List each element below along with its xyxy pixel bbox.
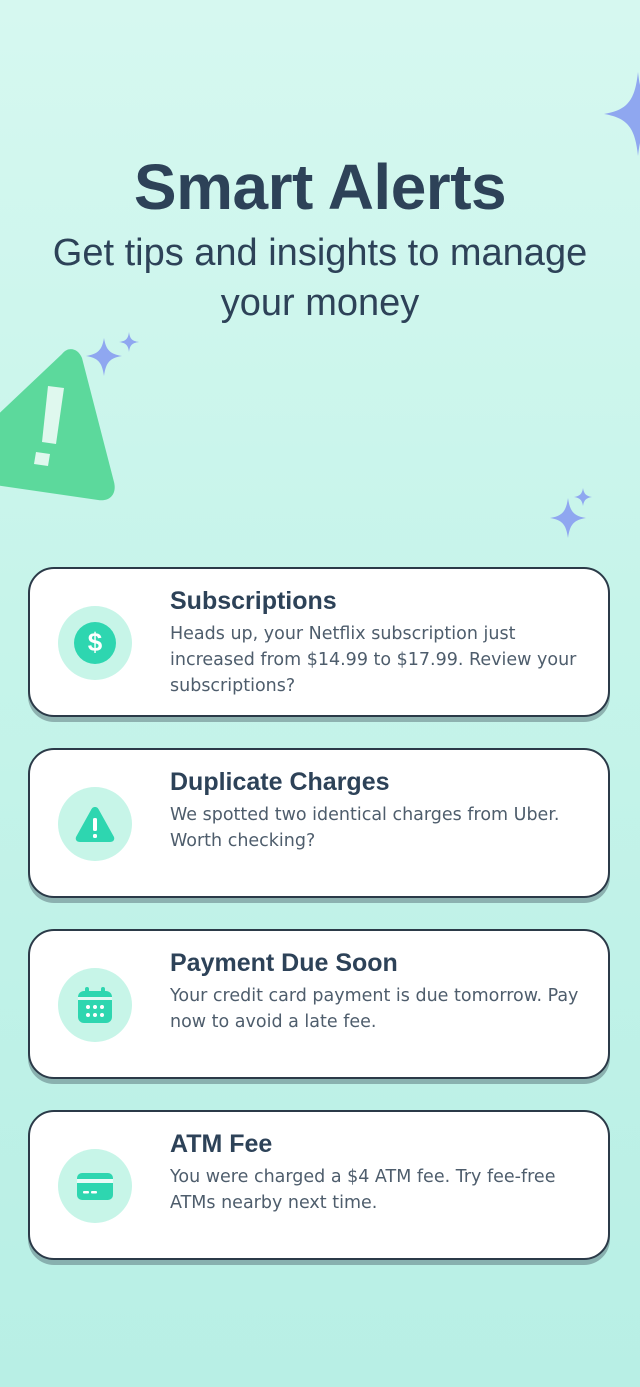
- sparkle-icon: [604, 72, 640, 156]
- alert-card-duplicate-charges[interactable]: Duplicate Charges We spotted two identic…: [28, 748, 610, 898]
- credit-card-icon: [77, 1173, 113, 1200]
- alert-title: ATM Fee: [170, 1130, 273, 1158]
- page-title: Smart Alerts: [133, 151, 507, 223]
- alert-title: Subscriptions: [170, 587, 337, 615]
- alert-body: You were charged a $4 ATM fee. Try fee-f…: [170, 1167, 556, 1213]
- alert-body: We spotted two identical charges from Ub…: [170, 805, 560, 851]
- dollar-icon-badge: $: [58, 606, 132, 680]
- page-subtitle: Get tips and insights to manage your mon…: [52, 232, 588, 324]
- sparkle-icon: [550, 488, 592, 538]
- svg-text:$: $: [88, 627, 103, 657]
- alert-body: Your credit card payment is due tomorrow…: [170, 986, 579, 1032]
- alert-card-atm-fee[interactable]: ATM Fee You were charged a $4 ATM fee. T…: [28, 1110, 610, 1260]
- warning-icon-badge: [58, 787, 132, 861]
- credit-card-icon-badge: [58, 1149, 132, 1223]
- dollar-icon: $: [74, 622, 116, 664]
- alert-body: Heads up, your Netflix subscription just…: [170, 624, 577, 696]
- calendar-icon: [78, 987, 112, 1023]
- warning-icon: [75, 807, 115, 842]
- calendar-icon-badge: [58, 968, 132, 1042]
- warning-triangle-icon: [0, 349, 115, 501]
- alert-card-subscriptions[interactable]: $ Subscriptions Heads up, your Netflix s…: [28, 567, 610, 717]
- alert-title: Payment Due Soon: [170, 949, 398, 977]
- alert-title: Duplicate Charges: [170, 768, 390, 796]
- alert-card-payment-due[interactable]: Payment Due Soon Your credit card paymen…: [28, 929, 610, 1079]
